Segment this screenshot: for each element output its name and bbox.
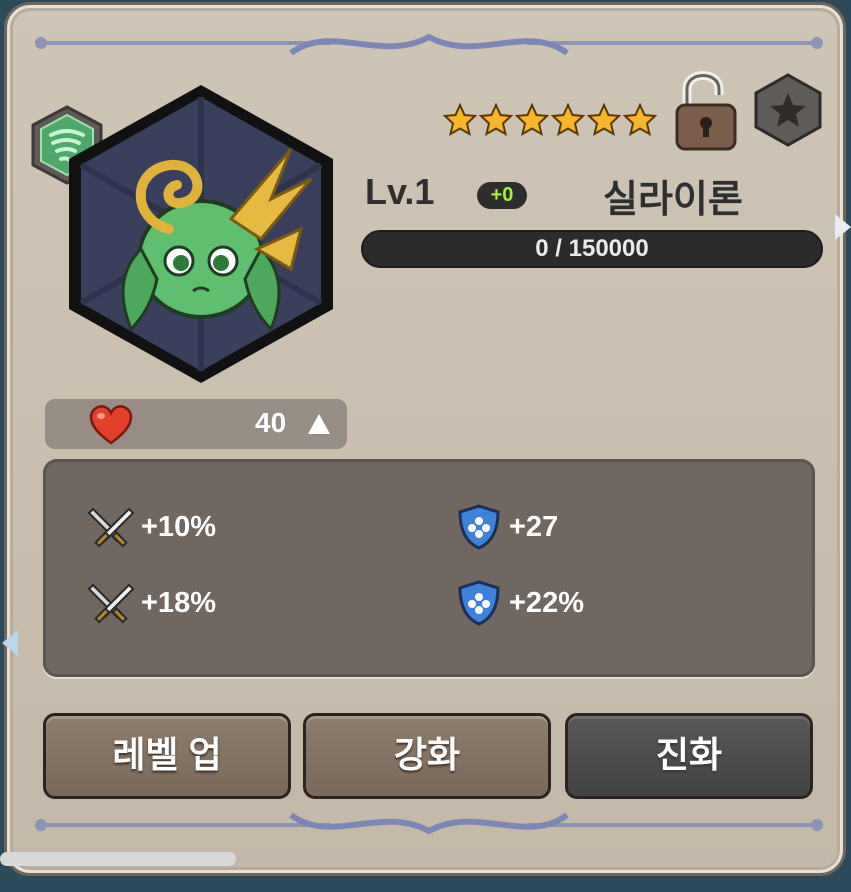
exp-text: 0 / 150000 xyxy=(535,235,649,262)
shield-icon xyxy=(458,504,500,550)
star-rating xyxy=(443,103,657,137)
star-icon xyxy=(587,103,621,137)
enhancement-badge: +0 xyxy=(477,182,527,209)
evolve-button[interactable]: 진화 xyxy=(565,713,813,799)
stat-value: +22% xyxy=(509,586,584,619)
character-portrait xyxy=(69,85,333,383)
crossed-swords-icon xyxy=(87,583,135,624)
right-arrow-icon[interactable] xyxy=(833,212,851,242)
stat-attack-2: +18% xyxy=(87,579,216,627)
horizontal-scrollbar[interactable] xyxy=(0,852,236,866)
star-icon xyxy=(551,103,585,137)
level-label: Lv.1 xyxy=(365,171,435,212)
stat-defense-2: +22% xyxy=(455,579,584,627)
character-name: 실라이론 xyxy=(603,179,743,221)
stat-defense-1: +27 xyxy=(455,503,558,551)
top-ornament xyxy=(35,33,823,56)
star-icon xyxy=(479,103,513,137)
star-icon xyxy=(515,103,549,137)
enhance-button[interactable]: 강화 xyxy=(303,713,551,799)
affection-box: 40 xyxy=(45,399,347,449)
exp-progress-bar: 0 / 150000 xyxy=(361,230,823,268)
level-up-button[interactable]: 레벨 업 xyxy=(43,713,291,799)
crossed-swords-icon xyxy=(87,507,135,548)
affection-value: 40 xyxy=(255,407,287,438)
stats-box: +10% +27 +18% +22% xyxy=(43,459,815,677)
heart-icon xyxy=(89,405,133,445)
stat-value: +18% xyxy=(141,586,216,619)
up-arrow-icon xyxy=(308,414,330,434)
stat-value: +10% xyxy=(141,510,216,543)
unlocked-padlock-icon[interactable] xyxy=(673,67,739,151)
favorite-star-icon[interactable] xyxy=(753,73,823,147)
shield-icon xyxy=(458,580,500,626)
stat-value: +27 xyxy=(509,510,559,543)
star-icon xyxy=(623,103,657,137)
left-arrow-icon[interactable] xyxy=(0,628,18,658)
stat-attack-1: +10% xyxy=(87,503,216,551)
bottom-ornament xyxy=(35,812,823,835)
star-icon xyxy=(443,103,477,137)
character-info-panel: Lv.1 +0 실라이론 0 / 150000 40 +10% +27 +18%… xyxy=(4,2,846,876)
